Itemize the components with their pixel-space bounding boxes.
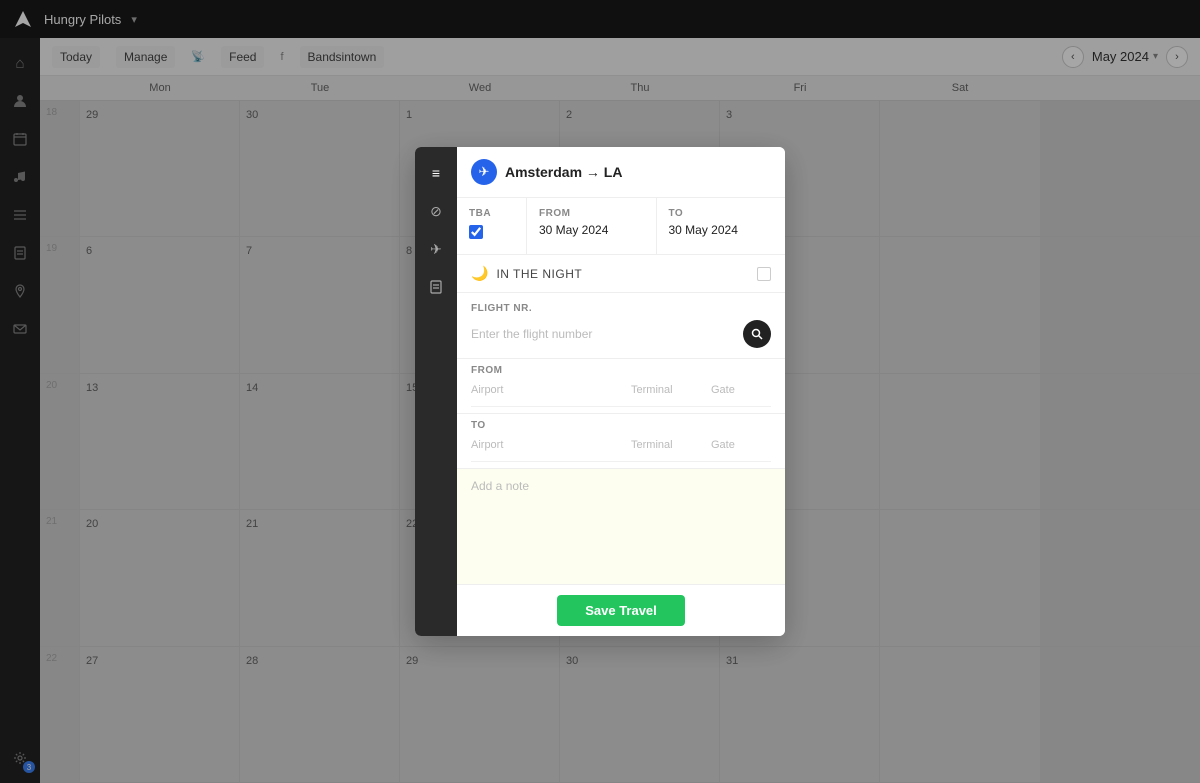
from-airport-label: FROM (471, 365, 771, 376)
from-airport-row (471, 380, 771, 407)
modal-icon-bars[interactable]: ≡ (418, 155, 454, 191)
from-date-value[interactable]: 30 May 2024 (539, 223, 644, 237)
modal-footer: Save Travel (457, 584, 785, 636)
flight-nr-label: FLIGHT NR. (471, 303, 771, 314)
note-area (457, 469, 785, 584)
flight-search-button[interactable] (743, 320, 771, 348)
to-airport-row (471, 435, 771, 462)
from-airport-section: FROM (457, 359, 785, 414)
modal-header: ✈ Amsterdam → LA (457, 147, 785, 198)
moon-icon: 🌙 (471, 265, 488, 282)
to-airport-label: TO (471, 420, 771, 431)
flight-input-row (471, 320, 771, 348)
to-date-column: TO 30 May 2024 (657, 198, 786, 254)
to-terminal-input[interactable] (631, 435, 711, 455)
travel-modal: ≡ ⊘ ✈ ✈ Amsterdam → LA TBA FROM (415, 147, 785, 636)
to-date-value[interactable]: 30 May 2024 (669, 223, 774, 237)
modal-icon-ban[interactable]: ⊘ (418, 193, 454, 229)
modal-icon-doc[interactable] (418, 269, 454, 305)
to-airport-section: TO (457, 414, 785, 469)
from-date-label: FROM (539, 208, 644, 219)
note-textarea[interactable] (471, 479, 771, 569)
tba-checkbox[interactable] (469, 225, 483, 239)
from-terminal-input[interactable] (631, 380, 711, 400)
tba-label: TBA (469, 208, 514, 219)
modal-overlay[interactable]: ≡ ⊘ ✈ ✈ Amsterdam → LA TBA FROM (0, 0, 1200, 783)
from-airport-input[interactable] (471, 380, 631, 400)
night-checkbox[interactable] (757, 267, 771, 281)
tba-column: TBA (457, 198, 527, 254)
from-gate-input[interactable] (711, 380, 771, 400)
from-date-column: FROM 30 May 2024 (527, 198, 657, 254)
flight-number-input[interactable] (471, 323, 743, 345)
to-airport-input[interactable] (471, 435, 631, 455)
modal-icon-plane[interactable]: ✈ (418, 231, 454, 267)
night-label: IN THE NIGHT (496, 267, 749, 281)
to-date-label: TO (669, 208, 774, 219)
to-gate-input[interactable] (711, 435, 771, 455)
flight-nr-section: FLIGHT NR. (457, 293, 785, 359)
modal-body: ✈ Amsterdam → LA TBA FROM 30 May 2024 TO… (457, 147, 785, 636)
modal-title: Amsterdam → LA (505, 164, 622, 180)
save-travel-button[interactable]: Save Travel (557, 595, 685, 626)
date-row: TBA FROM 30 May 2024 TO 30 May 2024 (457, 198, 785, 255)
plane-icon: ✈ (471, 159, 497, 185)
modal-sidebar: ≡ ⊘ ✈ (415, 147, 457, 636)
night-row: 🌙 IN THE NIGHT (457, 255, 785, 293)
